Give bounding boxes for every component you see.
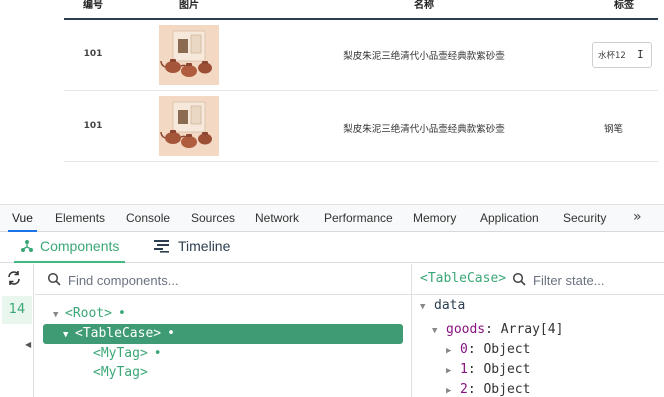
tab-performance[interactable]: Performance: [324, 205, 393, 232]
state-inspector: ▼ data ▼ goods: Array[4] ▶ 0: Object ▶ 1: Ob…: [412, 296, 664, 397]
state-value: Object: [483, 362, 531, 377]
state-key: goods: [446, 322, 486, 337]
node-label: <Root>: [65, 306, 112, 321]
tree-node-tablecase[interactable]: ▼ <TableCase> •: [43, 324, 403, 344]
state-row-goods[interactable]: ▼ goods: Array[4]: [432, 320, 563, 340]
instance-count: 14: [2, 296, 32, 324]
node-label: <MyTag>: [93, 346, 148, 361]
state-section-data[interactable]: ▼ data: [420, 296, 465, 316]
header-name: 名称: [414, 0, 434, 11]
table-header: 编号 图片 名称 标签: [64, 0, 658, 20]
state-value: Array[4]: [500, 322, 564, 337]
more-tabs-icon[interactable]: »: [633, 205, 642, 230]
state-row-item[interactable]: ▶ 2: Object: [446, 380, 530, 397]
tree-node-root[interactable]: ▼ <Root> •: [49, 304, 130, 324]
tab-sources[interactable]: Sources: [191, 205, 235, 232]
state-key: 1: [460, 362, 468, 377]
node-dot: •: [117, 306, 126, 321]
collapse-arrow-icon[interactable]: ◀: [25, 340, 31, 349]
state-key: 0: [460, 342, 468, 357]
header-image: 图片: [179, 0, 199, 11]
tab-application[interactable]: Application: [480, 205, 539, 232]
table-row: 101 梨皮朱泥三绝清代小品壶经典款紫砂壶 I: [64, 20, 658, 91]
components-icon: [21, 240, 33, 252]
components-label: Components: [40, 238, 120, 254]
vue-devtools-toolbar: Components Timeline: [0, 233, 664, 263]
search-components-input[interactable]: [68, 271, 368, 289]
teapot-product-image: [159, 25, 219, 85]
search-icon: [47, 272, 61, 286]
expand-arrow-icon[interactable]: ▼: [63, 325, 75, 345]
state-key: 2: [460, 382, 468, 397]
expand-arrow-icon[interactable]: ▼: [53, 305, 65, 325]
component-search-bar: [35, 264, 411, 295]
node-dot: •: [167, 326, 175, 341]
timeline-label: Timeline: [178, 238, 231, 254]
node-label: <TableCase>: [75, 326, 162, 341]
tag-label[interactable]: 钢笔: [604, 121, 644, 135]
expand-arrow-icon[interactable]: ▶: [446, 361, 460, 381]
expand-arrow-icon[interactable]: ▶: [446, 381, 460, 397]
table-row: 101 梨皮朱泥三绝清代小品壶经典款紫砂壶 钢笔: [64, 91, 658, 162]
tab-network[interactable]: Network: [255, 205, 299, 232]
product-name: 梨皮朱泥三绝清代小品壶经典款紫砂壶: [343, 124, 505, 135]
state-row-item[interactable]: ▶ 0: Object: [446, 340, 530, 360]
state-value: Object: [483, 342, 531, 357]
goods-table: 编号 图片 名称 标签 101 梨皮朱泥三绝清代小品壶经典款紫砂壶 I 101: [64, 0, 658, 163]
tab-memory[interactable]: Memory: [413, 205, 456, 232]
left-gutter: 14 ◀: [0, 264, 34, 397]
row-id: 101: [83, 121, 103, 131]
tab-components[interactable]: Components: [14, 233, 126, 263]
selected-component-name: <TableCase>: [420, 271, 507, 286]
expand-arrow-icon[interactable]: ▼: [420, 297, 434, 317]
tree-node-mytag[interactable]: <MyTag>: [93, 363, 148, 383]
search-icon: [512, 272, 526, 286]
header-id: 编号: [83, 0, 103, 11]
filter-state-input[interactable]: [533, 271, 658, 289]
expand-arrow-icon[interactable]: ▶: [446, 341, 460, 361]
component-tree: ▼ <Root> • ▼ <TableCase> • <MyTag> • <MyTag>: [35, 296, 411, 397]
text-cursor-icon: I: [637, 48, 644, 61]
state-row-item[interactable]: ▶ 1: Object: [446, 360, 530, 380]
tab-security[interactable]: Security: [563, 205, 606, 232]
product-name: 梨皮朱泥三绝清代小品壶经典款紫砂壶: [343, 51, 505, 62]
timeline-icon: [154, 240, 169, 253]
tree-node-mytag[interactable]: <MyTag> •: [93, 344, 162, 364]
tab-timeline[interactable]: Timeline: [154, 233, 230, 263]
node-label: <MyTag>: [93, 365, 148, 380]
refresh-icon[interactable]: [6, 270, 22, 286]
state-inspector-header: <TableCase>: [412, 264, 664, 295]
row-id: 101: [83, 49, 103, 59]
tab-elements[interactable]: Elements: [55, 205, 105, 232]
header-tag: 标签: [614, 0, 634, 11]
section-label: data: [434, 298, 466, 313]
tab-console[interactable]: Console: [126, 205, 170, 232]
state-value: Object: [483, 382, 531, 397]
expand-arrow-icon[interactable]: ▼: [432, 321, 446, 341]
node-dot: •: [153, 346, 162, 361]
tab-vue[interactable]: Vue: [8, 205, 37, 232]
devtools-tab-bar: Vue Elements Console Sources Network Per…: [0, 204, 664, 232]
teapot-product-image: [159, 96, 219, 156]
